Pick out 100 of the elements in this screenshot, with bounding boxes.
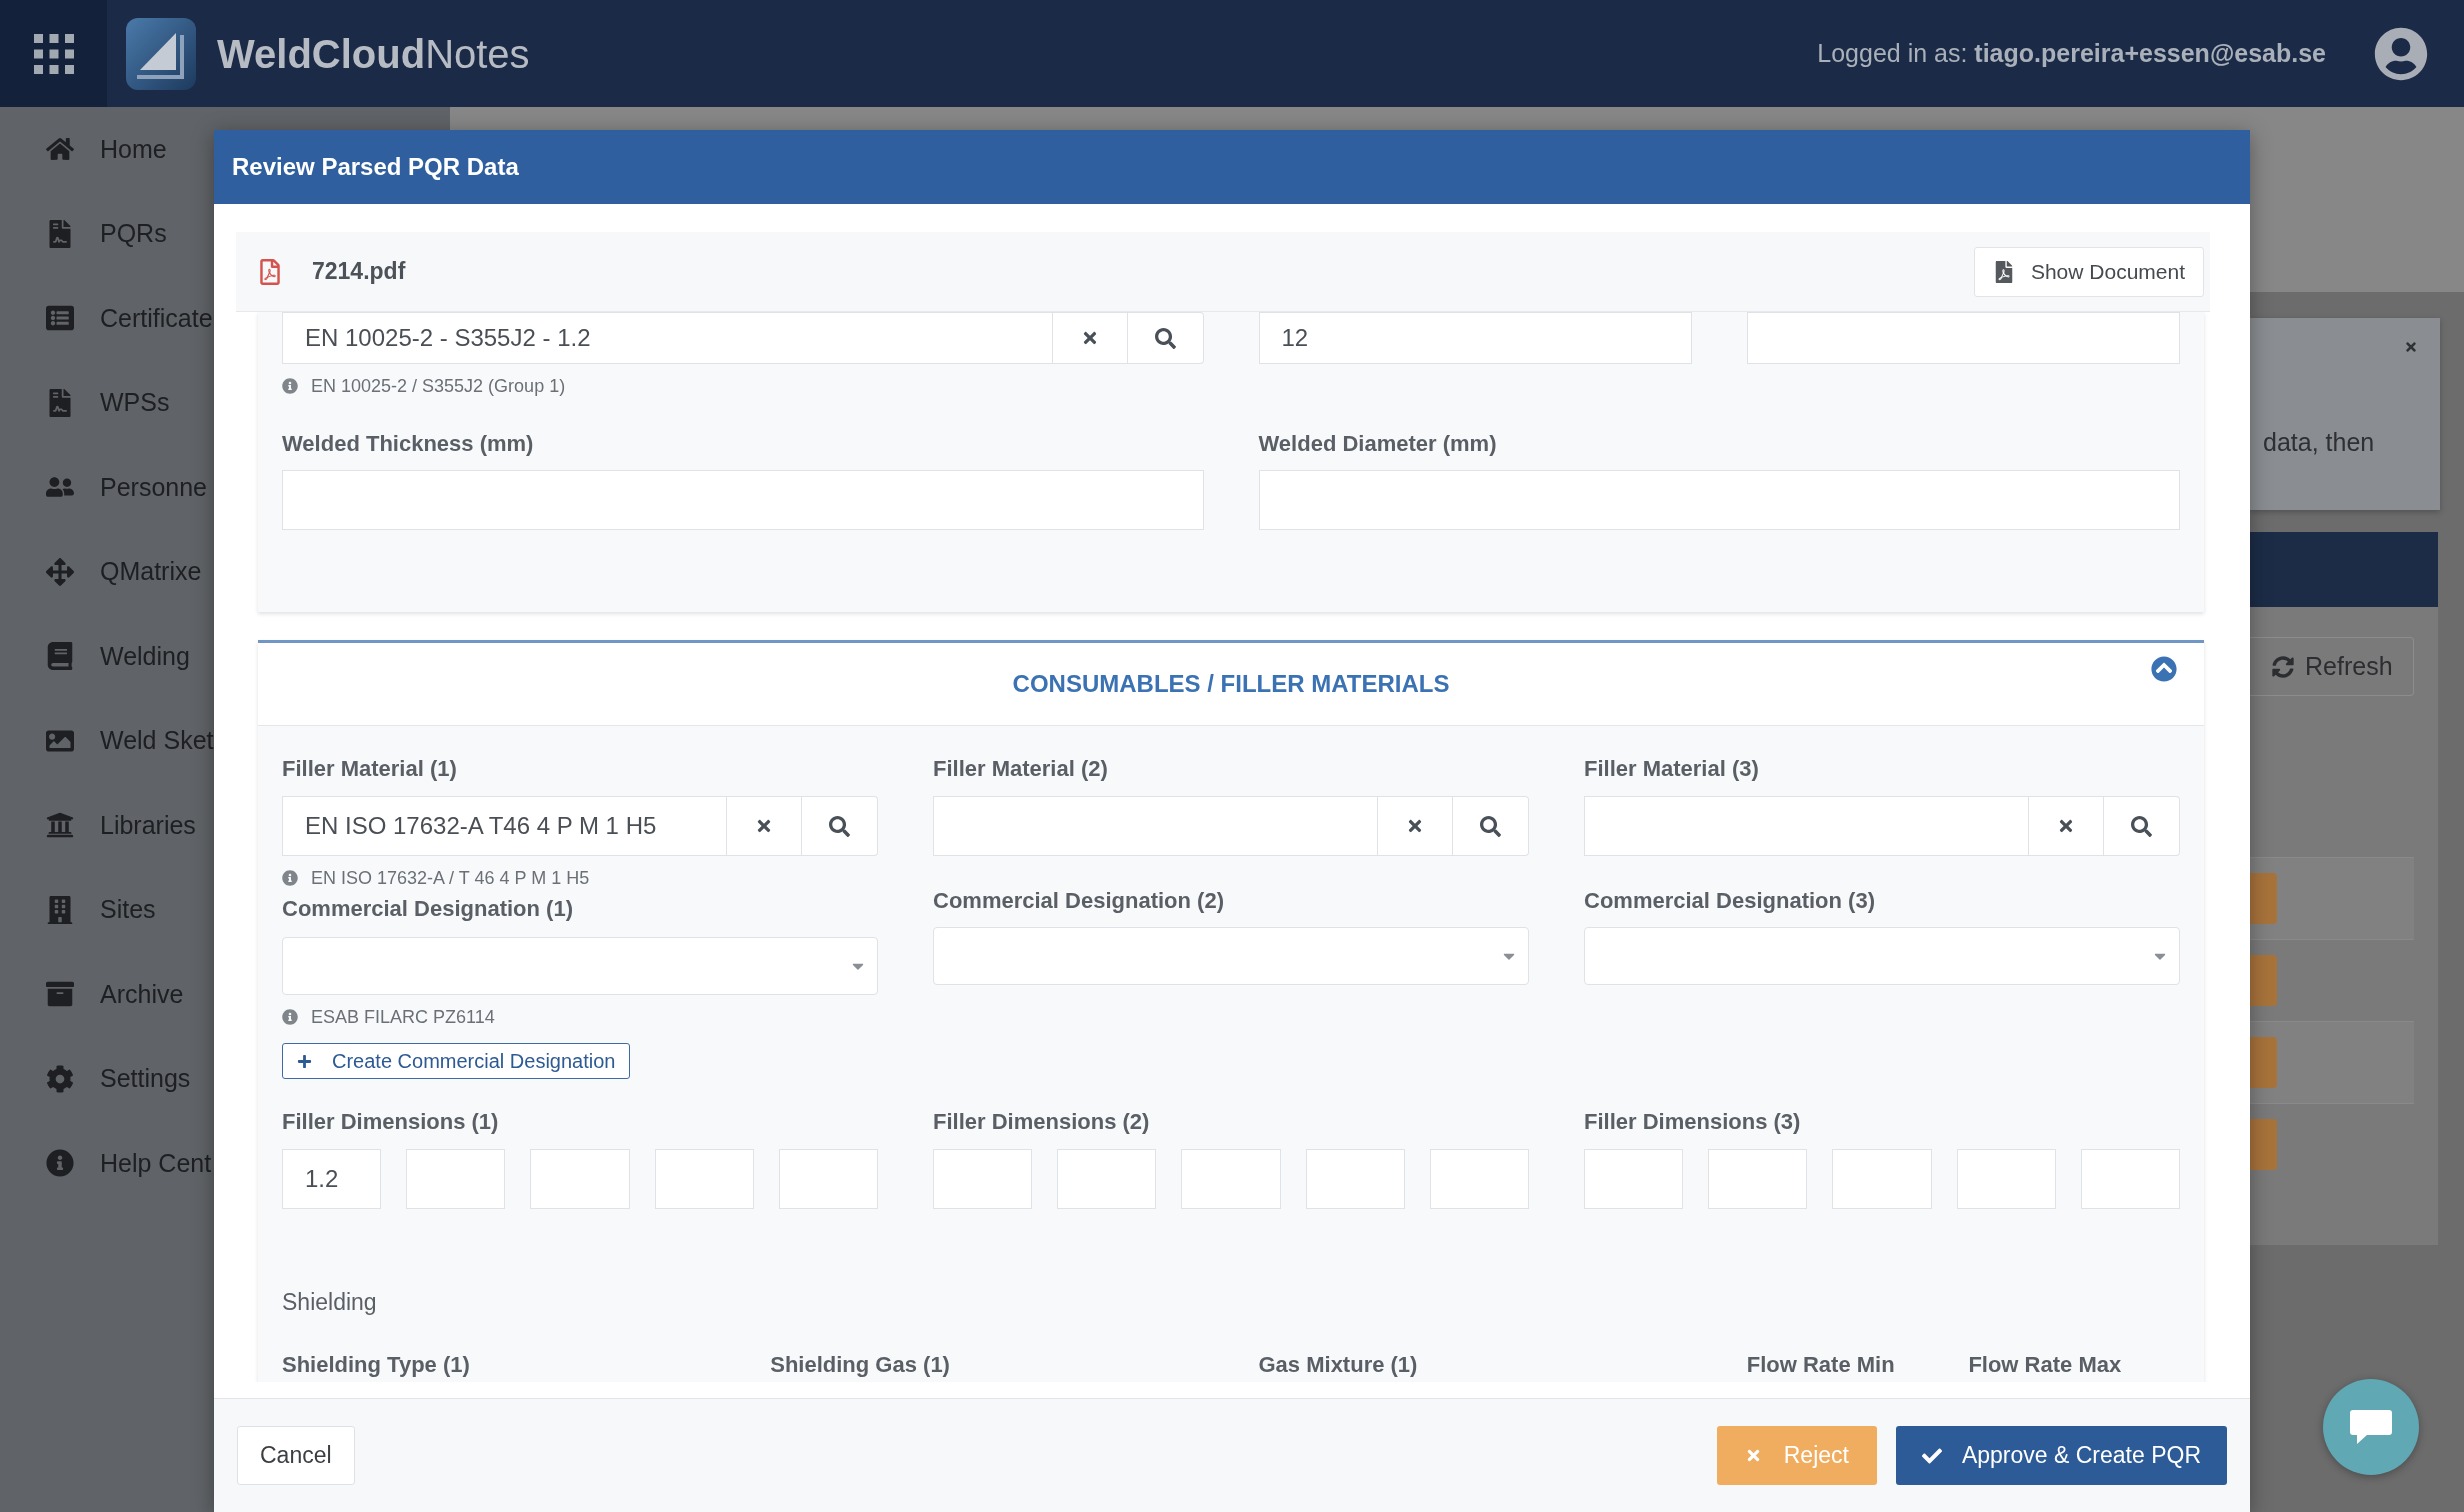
input-field[interactable]: [1584, 1149, 1684, 1209]
nav-link[interactable]: Welding: [44, 637, 190, 675]
row-action-button[interactable]: [2250, 1119, 2277, 1170]
field-label: Gas Mixture (1): [1258, 1352, 1418, 1378]
dropdown-field[interactable]: [1584, 927, 2180, 985]
input-field[interactable]: 12: [1258, 312, 1692, 364]
nav-link[interactable]: Sites: [44, 891, 156, 929]
search-button[interactable]: [2104, 796, 2180, 856]
search-icon: [1480, 815, 1501, 837]
nav-link[interactable]: QMatrixe: [44, 553, 202, 591]
nav-link[interactable]: Home: [44, 130, 167, 168]
input-field[interactable]: [778, 1149, 878, 1209]
field-label: Welded Diameter (mm): [1258, 431, 1497, 457]
brand-name: WeldCloudNotes: [217, 33, 530, 74]
dropdown-field[interactable]: [933, 927, 1529, 985]
user-avatar-icon[interactable]: [2374, 26, 2428, 81]
input-field[interactable]: [530, 1149, 630, 1209]
nav-link[interactable]: Archive: [44, 975, 184, 1013]
field-label: Flow Rate Min: [1746, 1352, 1895, 1378]
input-field[interactable]: [1708, 1149, 1808, 1209]
field-label: Filler Material (2): [933, 756, 1108, 782]
field-label: Filler Dimensions (3): [1584, 1109, 1801, 1135]
input-field[interactable]: EN 10025-2 - S355J2 - 1.2: [282, 312, 1053, 364]
input-field[interactable]: [933, 1149, 1033, 1209]
search-button[interactable]: [1453, 796, 1529, 856]
search-button[interactable]: [1127, 312, 1204, 364]
input-field[interactable]: [406, 1149, 506, 1209]
input-field[interactable]: [2080, 1149, 2180, 1209]
pdf-file-icon: [1994, 260, 2013, 283]
refresh-button[interactable]: Refresh: [2250, 637, 2414, 696]
info-icon: [282, 1009, 298, 1025]
field-label: Commercial Designation (2): [933, 888, 1224, 914]
clear-button[interactable]: [1378, 796, 1453, 856]
nav-link[interactable]: Libraries: [44, 806, 196, 844]
close-icon: [2057, 817, 2075, 835]
input-field[interactable]: [1584, 796, 2029, 856]
close-icon[interactable]: [2404, 340, 2418, 354]
input-field[interactable]: [1258, 470, 2180, 530]
row-action-button[interactable]: [2250, 955, 2277, 1006]
refresh-icon: [2272, 655, 2294, 678]
nav-link[interactable]: Weld Sket: [44, 722, 214, 760]
input-field[interactable]: [1181, 1149, 1281, 1209]
clear-button[interactable]: [1052, 312, 1128, 364]
info-icon: [282, 870, 298, 886]
input-field[interactable]: [1832, 1149, 1932, 1209]
search-icon: [1154, 327, 1176, 349]
input-field[interactable]: [1429, 1149, 1529, 1209]
book-icon: [46, 642, 74, 671]
input-field[interactable]: [654, 1149, 754, 1209]
logged-in-user: Logged in as: tiago.pereira+essen@esab.se: [1817, 37, 2326, 69]
building-icon: [46, 895, 74, 924]
clear-button[interactable]: [727, 796, 802, 856]
nav-link[interactable]: Personne: [44, 468, 208, 506]
apps-menu-button[interactable]: [0, 0, 107, 107]
field-label: Commercial Designation (1): [282, 896, 573, 922]
clear-button[interactable]: [2029, 796, 2104, 856]
nav-link[interactable]: Settings: [44, 1060, 191, 1098]
search-button[interactable]: [802, 796, 878, 856]
input-field[interactable]: [1956, 1149, 2056, 1209]
nav-link[interactable]: WPSs: [44, 384, 170, 422]
reject-button[interactable]: Reject: [1716, 1426, 1877, 1485]
input-field[interactable]: [1057, 1149, 1157, 1209]
close-icon: [1406, 817, 1424, 835]
input-field[interactable]: EN ISO 17632-A T46 4 P M 1 H5: [282, 796, 727, 856]
hint-text: EN 10025-2 / S355J2 (Group 1): [311, 374, 566, 398]
row-action-button[interactable]: [2250, 873, 2277, 924]
input-field[interactable]: [1305, 1149, 1405, 1209]
speech-bubble-icon: [2349, 1408, 2393, 1446]
input-field[interactable]: [1746, 312, 2180, 364]
input-field[interactable]: 1.2: [282, 1149, 382, 1209]
section-title: CONSUMABLES / FILLER MATERIALS: [1012, 669, 1450, 699]
show-document-button[interactable]: Show Document: [1973, 246, 2204, 297]
arrows-icon: [46, 557, 74, 586]
shielding-heading: Shielding: [282, 1289, 377, 1315]
list-card-icon: [46, 304, 74, 333]
field-label: Shielding Gas (1): [770, 1352, 950, 1378]
nav-link[interactable]: Help Cent: [44, 1144, 212, 1182]
input-field[interactable]: [282, 470, 1204, 530]
logo-icon: [126, 17, 196, 90]
grid-dots-icon: [33, 33, 74, 74]
field-label: Welded Thickness (mm): [282, 431, 534, 457]
archive-icon: [46, 980, 74, 1009]
field-label: Shielding Type (1): [282, 1352, 470, 1378]
search-icon: [829, 815, 850, 837]
hint-text: ESAB FILARC PZ6114: [311, 1005, 495, 1029]
nav-link[interactable]: Certificate: [44, 299, 213, 337]
row-action-button[interactable]: [2250, 1037, 2277, 1088]
search-icon: [2131, 815, 2152, 837]
dropdown-field[interactable]: [282, 937, 878, 995]
hint-text: EN ISO 17632-A / T 46 4 P M 1 H5: [311, 866, 590, 890]
field-label: Commercial Designation (3): [1584, 888, 1875, 914]
notice-text: data, then: [2263, 427, 2375, 458]
settings-icon: [46, 1064, 74, 1093]
input-field[interactable]: [933, 796, 1378, 856]
field-label: Flow Rate Max: [1968, 1352, 2122, 1378]
chevron-up-icon[interactable]: [2151, 656, 2177, 682]
create-designation-button[interactable]: Create Commercial Designation: [282, 1043, 631, 1079]
cancel-button[interactable]: Cancel: [237, 1426, 355, 1485]
approve-button[interactable]: Approve & Create PQR: [1895, 1426, 2227, 1485]
nav-link[interactable]: PQRs: [44, 215, 167, 253]
